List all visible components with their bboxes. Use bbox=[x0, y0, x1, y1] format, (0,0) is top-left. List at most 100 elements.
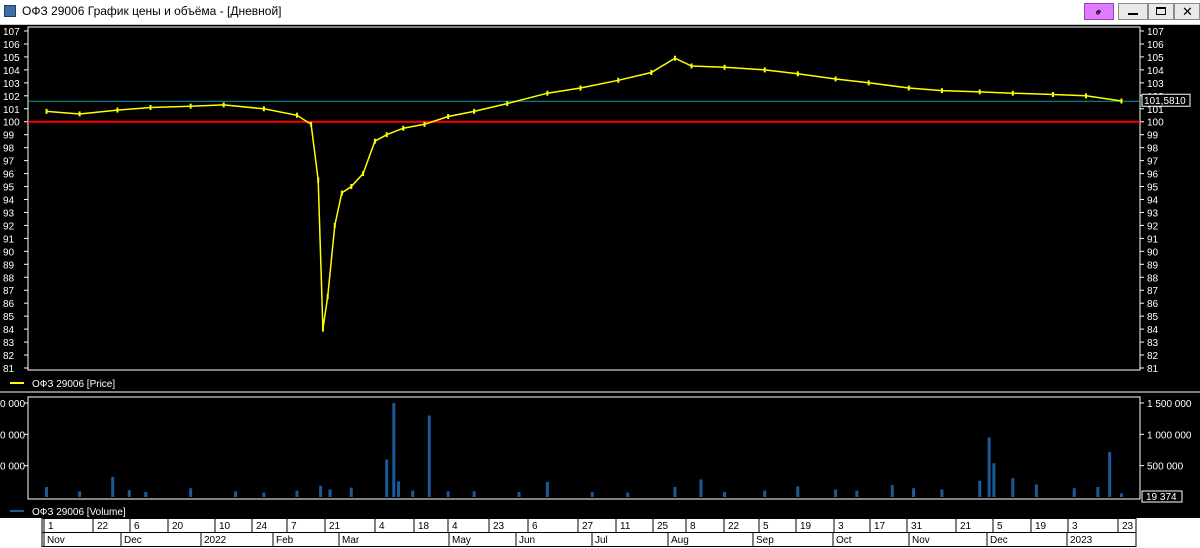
price-panel: 8182838485868788899091929394959697989910… bbox=[3, 26, 1191, 390]
day-tick-label: 4 bbox=[379, 521, 385, 532]
volume-left-tick-label: 0 000 bbox=[0, 462, 25, 473]
day-tick-label: 19 bbox=[800, 521, 812, 532]
day-tick-label: 31 bbox=[911, 521, 923, 532]
price-marks bbox=[45, 55, 1123, 332]
volume-bar bbox=[78, 491, 82, 497]
day-tick-label: 7 bbox=[291, 521, 297, 532]
price-right-tick-label: 93 bbox=[1147, 208, 1159, 219]
day-tick-label: 22 bbox=[728, 521, 740, 532]
day-tick-label: 23 bbox=[493, 521, 505, 532]
price-left-tick-label: 104 bbox=[3, 66, 20, 77]
volume-bar bbox=[763, 490, 767, 497]
month-tick-label: Sep bbox=[756, 535, 774, 546]
volume-bar bbox=[392, 403, 396, 497]
price-right-tick-label: 91 bbox=[1147, 234, 1159, 245]
chart-area: 81 82 83 84 85 86 87 88 89 90 91 92 93 94 95 96 97 98 99 10… bbox=[0, 25, 1200, 523]
month-tick-label: Oct bbox=[836, 535, 852, 546]
day-tick-label: 8 bbox=[690, 521, 696, 532]
window-titlebar: ОФЗ 29006 График цены и объёма - [Дневно… bbox=[0, 0, 1200, 25]
day-tick-label: 19 bbox=[1035, 521, 1047, 532]
link-icon: ⚭ bbox=[1091, 5, 1107, 21]
volume-bar bbox=[855, 490, 859, 497]
month-tick-label: 2022 bbox=[204, 535, 227, 546]
price-right-tick-label: 100 bbox=[1147, 118, 1164, 129]
time-axis-canvas: 1 22 6 20 10 24 7 21 4 18 4 23 6 27 11 25 8 22 5 19 3 17 31 21 5… bbox=[41, 518, 1137, 547]
day-tick-label: 3 bbox=[838, 521, 844, 532]
day-tick-label: 3 bbox=[1072, 521, 1078, 532]
day-tick-label: 22 bbox=[97, 521, 109, 532]
price-right-tick-label: 85 bbox=[1147, 312, 1159, 323]
day-tick-label: 5 bbox=[997, 521, 1003, 532]
volume-bar bbox=[397, 481, 401, 497]
price-left-tick-label: 105 bbox=[3, 53, 20, 64]
volume-bar bbox=[411, 490, 415, 497]
day-tick-label: 20 bbox=[172, 521, 184, 532]
app-chart-icon bbox=[4, 5, 16, 17]
volume-bar bbox=[1108, 451, 1112, 497]
price-left-tick-label: 106 bbox=[3, 40, 20, 51]
day-tick-label: 25 bbox=[657, 521, 669, 532]
month-tick-label: May bbox=[452, 535, 471, 546]
volume-bar bbox=[446, 491, 450, 497]
volume-bar bbox=[796, 486, 800, 497]
price-left-tick-label: 90 bbox=[3, 247, 15, 258]
price-left-tick-label: 97 bbox=[3, 157, 15, 168]
link-button[interactable]: ⚭ bbox=[1084, 3, 1114, 20]
price-left-tick-label: 100 bbox=[3, 118, 20, 129]
month-tick-label: Feb bbox=[276, 535, 294, 546]
volume-bar bbox=[912, 488, 916, 497]
month-tick-label: Jul bbox=[595, 535, 608, 546]
volume-left-ticks: 0 000 0 000 0 000 bbox=[0, 399, 28, 473]
price-left-tick-label: 96 bbox=[3, 170, 15, 181]
time-axis: 1 22 6 20 10 24 7 21 4 18 4 23 6 27 11 25 8 22 5 19 3 17 31 21 5… bbox=[0, 518, 1200, 548]
price-left-tick-label: 94 bbox=[3, 196, 15, 207]
volume-bar bbox=[673, 486, 677, 497]
price-right-tick-label: 87 bbox=[1147, 286, 1159, 297]
price-left-tick-label: 88 bbox=[3, 273, 15, 284]
month-tick-label: Mar bbox=[342, 535, 360, 546]
day-tick-label: 21 bbox=[960, 521, 972, 532]
volume-bar bbox=[45, 486, 49, 497]
price-left-tick-label: 91 bbox=[3, 234, 15, 245]
price-right-tick-label: 104 bbox=[1147, 66, 1164, 77]
volume-marks bbox=[45, 403, 1123, 497]
close-button[interactable]: ✕ bbox=[1174, 3, 1200, 20]
day-tick-label: 17 bbox=[874, 521, 886, 532]
last-volume-label: 19 374 bbox=[1146, 492, 1177, 503]
volume-panel: 0 000 0 000 0 000 500 000 1 000 000 1 500 00… bbox=[0, 396, 1192, 518]
volume-bar bbox=[699, 479, 703, 497]
price-left-tick-label: 84 bbox=[3, 325, 15, 336]
chart-canvas: 8182838485868788899091929394959697989910… bbox=[0, 26, 1200, 518]
volume-bar bbox=[723, 491, 727, 497]
volume-bar bbox=[427, 415, 431, 497]
volume-bar bbox=[472, 491, 476, 497]
volume-right-tick-label: 1 000 000 bbox=[1147, 430, 1192, 441]
volume-right-tick-label: 500 000 bbox=[1147, 462, 1184, 473]
price-right-tick-label: 94 bbox=[1147, 196, 1159, 207]
price-right-tick-label: 90 bbox=[1147, 247, 1159, 258]
price-right-tick-label: 86 bbox=[1147, 299, 1159, 310]
volume-bar bbox=[1072, 488, 1076, 497]
volume-bar bbox=[1011, 478, 1015, 497]
day-tick-label: 11 bbox=[620, 521, 631, 532]
price-series-line bbox=[46, 57, 1122, 330]
volume-bar bbox=[144, 491, 148, 497]
price-panel-border bbox=[27, 26, 1141, 371]
minimize-button[interactable] bbox=[1118, 3, 1148, 20]
month-tick-label: Nov bbox=[912, 535, 930, 546]
volume-right-ticks: 500 000 1 000 000 1 500 000 bbox=[1140, 399, 1192, 473]
close-icon: ✕ bbox=[1182, 4, 1193, 19]
volume-bar bbox=[545, 481, 549, 497]
volume-bar bbox=[189, 488, 193, 497]
day-tick-label: 23 bbox=[1122, 521, 1134, 532]
price-right-tick-label: 81 bbox=[1147, 364, 1159, 375]
price-legend-label: ОФЗ 29006 [Price] bbox=[32, 379, 115, 390]
maximize-button[interactable] bbox=[1148, 3, 1174, 20]
month-tick-label: Dec bbox=[124, 535, 142, 546]
volume-bar bbox=[349, 487, 353, 497]
volume-bar bbox=[111, 476, 115, 497]
price-left-tick-label: 85 bbox=[3, 312, 15, 323]
volume-bar bbox=[834, 489, 838, 497]
month-tick-label: Nov bbox=[47, 535, 65, 546]
price-left-tick-label: 99 bbox=[3, 131, 15, 142]
